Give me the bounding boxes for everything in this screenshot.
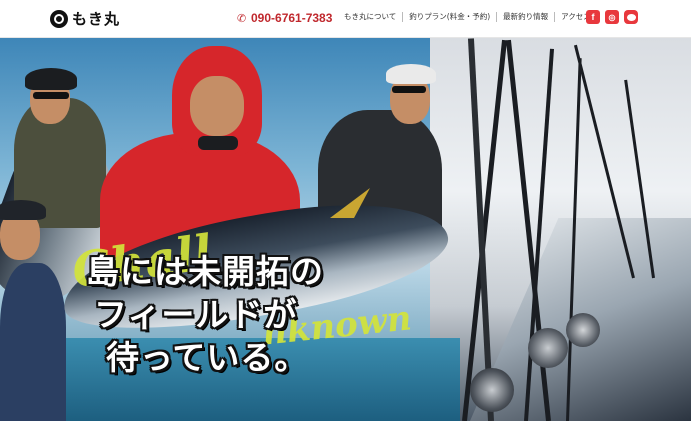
nav-item-news[interactable]: 最新釣り情報 (497, 12, 556, 22)
social-links: f ◎ (586, 10, 638, 24)
headline-line-3: 待っている。 (106, 338, 309, 377)
facebook-icon[interactable]: f (586, 10, 600, 24)
main-nav: もき丸について 釣りプラン(料金・予約) 最新釣り情報 アクセス (338, 12, 597, 22)
nav-item-about[interactable]: もき丸について (338, 12, 404, 22)
site-logo[interactable]: もき丸 (50, 8, 120, 29)
phone-icon: ✆ (237, 11, 247, 25)
hero-headline: 島には未開拓の フィールドが 待っている。 (86, 250, 324, 379)
logo-text: もき丸 (72, 10, 121, 28)
nav-item-plans[interactable]: 釣りプラン(料金・予約) (403, 12, 498, 22)
line-icon[interactable] (624, 10, 638, 24)
instagram-icon[interactable]: ◎ (605, 10, 619, 24)
phone-text: 090-6761-7383 (251, 11, 333, 25)
logo-emblem-icon (50, 9, 68, 28)
phone-number[interactable]: ✆ 090-6761-7383 (237, 11, 332, 25)
headline-line-2: フィールドが (94, 295, 298, 334)
hero-banner: Chall nknown 島には未開拓の フィールドが 待っている。 (0, 38, 691, 421)
site-header: もき丸 ✆ 090-6761-7383 もき丸について 釣りプラン(料金・予約)… (0, 0, 691, 38)
headline-line-1: 島には未開拓の (86, 252, 324, 291)
